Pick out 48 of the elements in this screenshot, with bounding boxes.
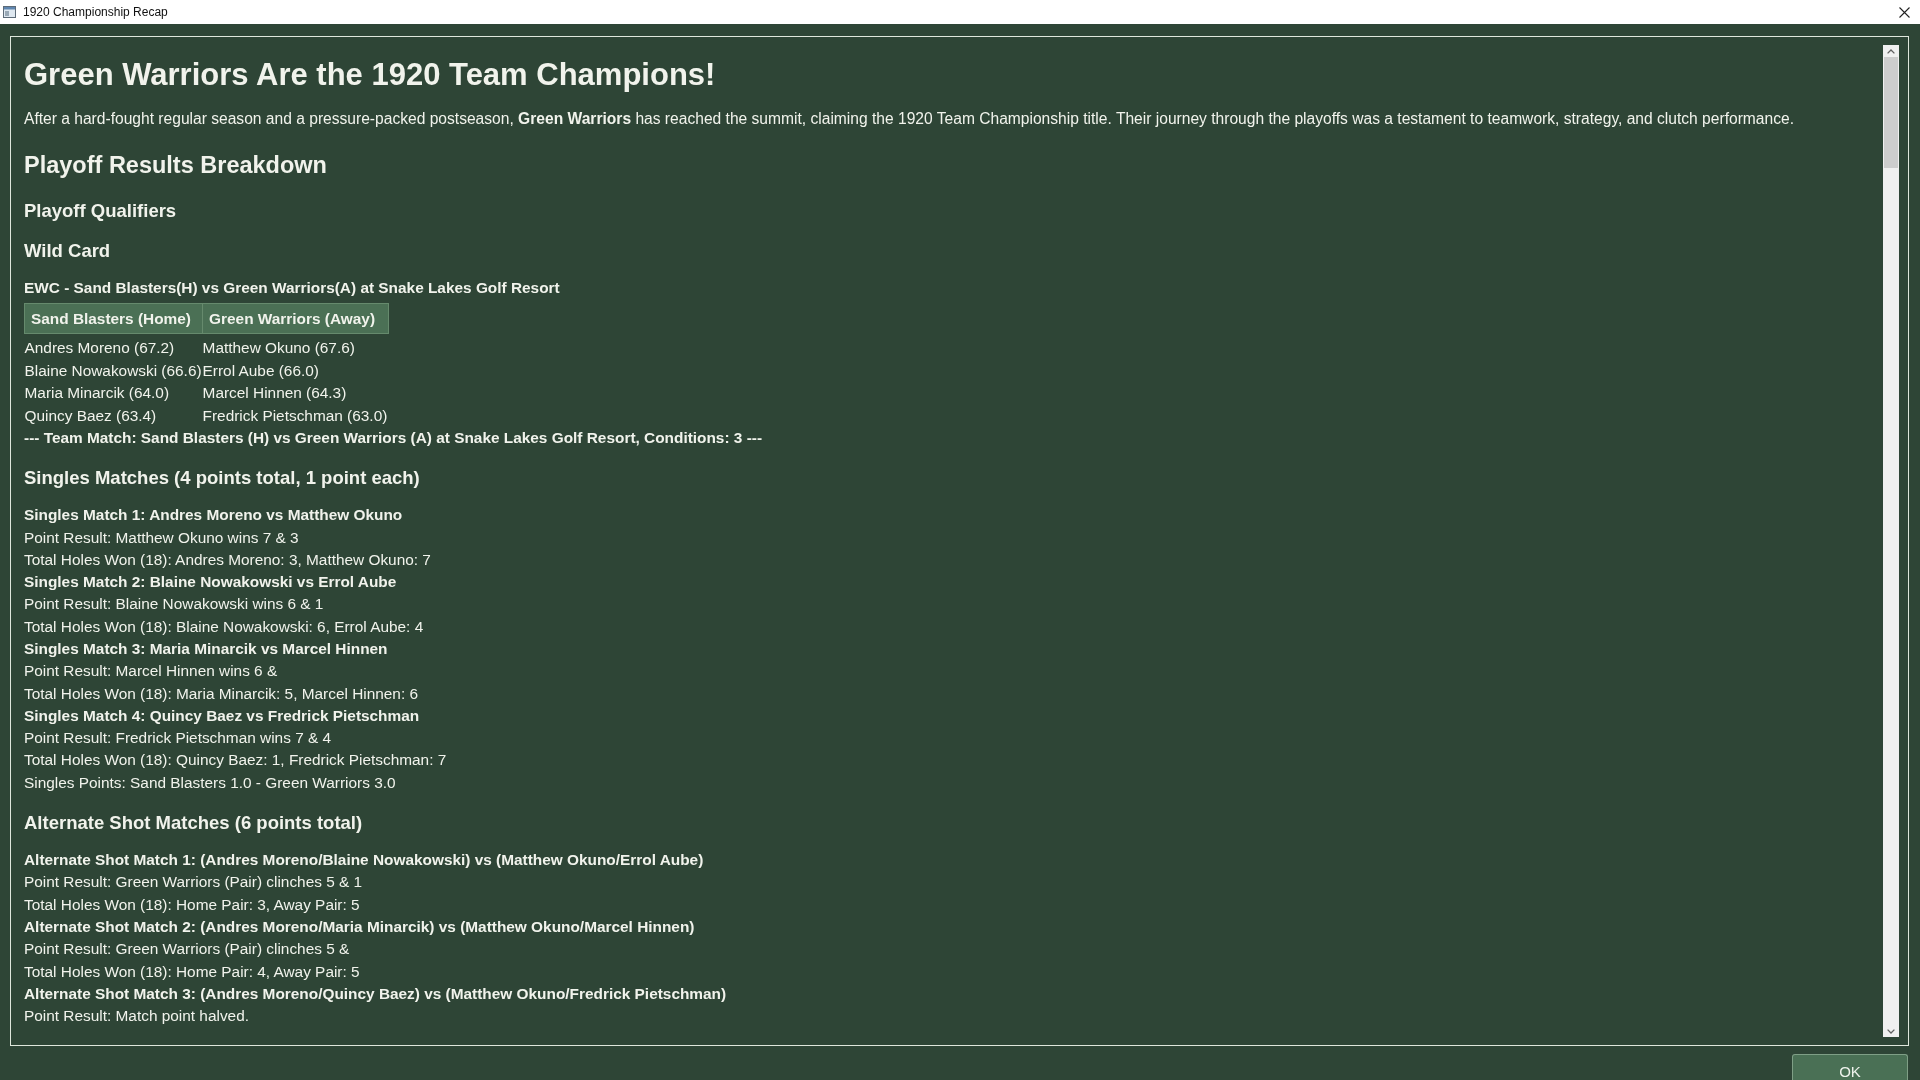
- column-header: Green Warriors (Away): [202, 303, 389, 334]
- result-line: Point Result: Green Warriors (Pair) clinches 5 &: [24, 940, 350, 958]
- table-cell: Blaine Nowakowski (66.6): [24, 361, 202, 379]
- scrollbar[interactable]: [1883, 45, 1899, 1037]
- result-line: Total Holes Won (18): Home Pair: 3, Away Pair: 5: [24, 895, 360, 913]
- table-cell: Quincy Baez (63.4): [24, 406, 157, 424]
- match-title: Singles Match 3: Maria Minarcik vs Marcel Hinnen: [24, 640, 388, 657]
- window-icon: [3, 6, 16, 18]
- match-title: Singles Match 4: Quincy Baez vs Fredrick Pietschman: [24, 706, 420, 724]
- result-line: Point Result: Green Warriors (Pair) clinches 5 & 1: [24, 873, 363, 891]
- result-line: Point Result: Fredrick Pietschman wins 7 & 4: [24, 729, 332, 747]
- result-line: Total Holes Won (18): Maria Minarcik: 5, Marcel Hinnen: 6: [24, 684, 419, 702]
- match-title: Alternate Shot Match 2: (Andres Moreno/Maria Minarcik) vs (Matthew Okuno/Marcel Hinnen): [24, 917, 695, 935]
- result-line: Point Result: Blaine Nowakowski wins 6 & 1: [24, 595, 324, 613]
- subsection-heading: Wild Card: [24, 240, 111, 262]
- table-cell: Marcel Hinnen (64.3): [202, 384, 347, 402]
- subsection-heading: Alternate Shot Matches (6 points total): [24, 812, 363, 835]
- close-icon[interactable]: [1899, 6, 1910, 18]
- result-line: Point Result: Match point halved.: [24, 1007, 249, 1025]
- result-line: Total Holes Won (18): Quincy Baez: 1, Fredrick Pietschman: 7: [24, 751, 447, 769]
- report-title: Green Warriors Are the 1920 Team Champions!: [24, 57, 716, 92]
- chevron-up-icon[interactable]: [1887, 48, 1895, 54]
- window-title: 1920 Championship Recap: [23, 5, 168, 19]
- subsection-heading: Singles Matches (4 points total, 1 point each): [24, 467, 420, 490]
- result-line: Total Holes Won (18): Blaine Nowakowski: 6, Errol Aube: 4: [24, 617, 424, 635]
- table-cell: Fredrick Pietschman (63.0): [202, 406, 388, 424]
- match-title: Alternate Shot Match 3: (Andres Moreno/Quincy Baez) vs (Matthew Okuno/Fredrick Pietschman): [24, 984, 727, 1002]
- match-title: EWC - Sand Blasters(H) vs Green Warriors(A) at Snake Lakes Golf Resort: [24, 279, 560, 296]
- table-cell: Maria Minarcik (64.0): [24, 384, 170, 402]
- scrollbar-thumb[interactable]: [1884, 57, 1898, 168]
- match-title: Alternate Shot Match 1: (Andres Moreno/Blaine Nowakowski) vs (Matthew Okuno/Errol Aube): [24, 851, 704, 869]
- result-line: Point Result: Marcel Hinnen wins 6 &: [24, 662, 278, 680]
- table-cell: Matthew Okuno (67.6): [202, 339, 355, 357]
- match-title: --- Team Match: Sand Blasters (H) vs Green Warriors (A) at Snake Lakes Golf Resort, Conditions: 3 ---: [24, 428, 763, 446]
- section-heading: Playoff Results Breakdown: [24, 152, 327, 178]
- chevron-down-icon[interactable]: [1887, 1028, 1895, 1034]
- result-line: Total Holes Won (18): Andres Moreno: 3, Matthew Okuno: 7: [24, 550, 431, 568]
- match-title: Singles Match 2: Blaine Nowakowski vs Errol Aube: [24, 573, 397, 591]
- subsection-heading: Playoff Qualifiers: [24, 200, 177, 222]
- intro-paragraph: After a hard-fought regular season and a pressure-packed postseason, Green Warriors has reached the summit, claiming the 1920 Team Championship title. Their journey through the playoffs was a testament to teamwork, strategy, and clutch performance.: [24, 109, 1794, 129]
- result-line: Point Result: Matthew Okuno wins 7 & 3: [24, 528, 299, 546]
- result-line: Singles Points: Sand Blasters 1.0 - Green Warriors 3.0: [24, 773, 396, 791]
- table-cell: Errol Aube (66.0): [202, 361, 319, 379]
- match-title: Singles Match 1: Andres Moreno vs Matthew Okuno: [24, 506, 403, 524]
- result-line: Total Holes Won (18): Home Pair: 4, Away Pair: 5: [24, 962, 360, 980]
- ok-button[interactable]: OK: [1792, 1054, 1908, 1080]
- table-cell: Andres Moreno (67.2): [24, 339, 175, 357]
- column-header: Sand Blasters (Home): [24, 303, 203, 334]
